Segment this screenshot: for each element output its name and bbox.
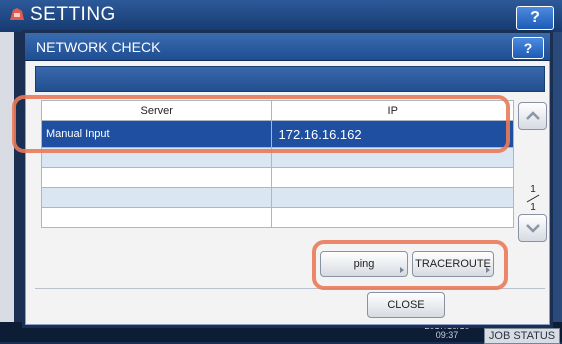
- chevron-down-icon: [526, 224, 540, 233]
- server-cell: [40, 207, 273, 228]
- highlight-table-area: [12, 95, 510, 153]
- server-cell: [40, 187, 273, 208]
- dialog-help-button[interactable]: ?: [512, 37, 544, 59]
- setting-logo-icon: [10, 8, 24, 20]
- ip-cell: [271, 187, 514, 208]
- background-panel: [0, 32, 14, 322]
- chevron-up-icon: [526, 111, 540, 120]
- scroll-up-button[interactable]: [518, 102, 547, 130]
- table-row[interactable]: [40, 187, 514, 208]
- table-row[interactable]: [40, 207, 514, 228]
- dialog-title-bar: NETWORK CHECK ?: [25, 33, 550, 61]
- close-button[interactable]: CLOSE: [367, 292, 445, 318]
- dialog-subheader: [35, 66, 545, 92]
- scroll-down-button[interactable]: [518, 214, 547, 242]
- app-title: SETTING: [30, 4, 116, 25]
- ip-cell: [271, 207, 514, 228]
- close-label: CLOSE: [387, 299, 425, 311]
- dialog-title: NETWORK CHECK: [36, 39, 161, 55]
- table-row[interactable]: [40, 167, 514, 188]
- page-current: 1: [530, 184, 536, 195]
- highlight-buttons: [312, 240, 508, 290]
- app-help-button[interactable]: ?: [516, 6, 554, 30]
- page-total: 1: [530, 202, 536, 213]
- ip-cell: [271, 167, 514, 188]
- background-edge: [552, 32, 562, 322]
- server-cell: [40, 167, 273, 188]
- page-indicator: 1 1: [520, 184, 546, 213]
